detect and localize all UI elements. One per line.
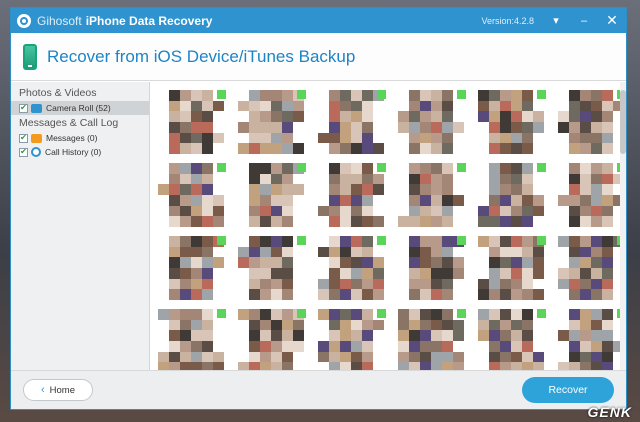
sidebar-item-label: Messages (0) bbox=[46, 133, 98, 143]
minimize-icon[interactable]: – bbox=[570, 8, 598, 33]
photo-thumbnail[interactable] bbox=[558, 309, 626, 372]
home-button[interactable]: ‹ Home bbox=[23, 379, 93, 401]
recover-button[interactable]: Recover bbox=[522, 377, 614, 403]
selected-check-badge[interactable] bbox=[537, 236, 546, 245]
sidebar: Photos & Videos ✔ Camera Roll (52) Messa… bbox=[11, 82, 150, 372]
app-logo-icon bbox=[17, 13, 31, 28]
selected-check-badge[interactable] bbox=[217, 90, 226, 99]
photo-thumbnail[interactable] bbox=[158, 236, 226, 300]
photo-thumbnail[interactable] bbox=[238, 90, 306, 154]
selected-check-badge[interactable] bbox=[217, 236, 226, 245]
photo-thumbnail[interactable] bbox=[558, 236, 626, 300]
selected-check-badge[interactable] bbox=[377, 90, 386, 99]
selected-check-badge[interactable] bbox=[217, 163, 226, 172]
selected-check-badge[interactable] bbox=[457, 236, 466, 245]
photo-thumbnail[interactable] bbox=[158, 90, 226, 154]
checkbox[interactable]: ✔ bbox=[19, 103, 28, 113]
photo-thumbnail[interactable] bbox=[558, 163, 626, 227]
checkbox[interactable]: ✔ bbox=[19, 133, 28, 143]
photo-thumbnail[interactable] bbox=[318, 236, 386, 300]
photo-thumbnail[interactable] bbox=[318, 309, 386, 372]
selected-check-badge[interactable] bbox=[457, 90, 466, 99]
selected-check-badge[interactable] bbox=[297, 236, 306, 245]
message-icon bbox=[31, 133, 42, 143]
page-header: Recover from iOS Device/iTunes Backup bbox=[11, 33, 626, 81]
photo-thumbnail[interactable] bbox=[398, 236, 466, 300]
selected-check-badge[interactable] bbox=[377, 236, 386, 245]
version-label: Version:4.2.8 bbox=[481, 15, 534, 26]
photo-thumbnail[interactable] bbox=[398, 90, 466, 154]
photo-thumbnail[interactable] bbox=[318, 90, 386, 154]
selected-check-badge[interactable] bbox=[537, 163, 546, 172]
sidebar-item-label: Camera Roll (52) bbox=[46, 103, 111, 113]
scrollbar-thumb[interactable] bbox=[620, 90, 626, 154]
photo-thumbnail[interactable] bbox=[238, 163, 306, 227]
phone-icon bbox=[23, 43, 37, 70]
scrollbar[interactable] bbox=[620, 82, 626, 372]
photo-thumbnail[interactable] bbox=[158, 309, 226, 372]
sidebar-item-call-history[interactable]: ✔ Call History (0) bbox=[11, 145, 149, 159]
selected-check-badge[interactable] bbox=[217, 309, 226, 318]
close-icon[interactable]: ✕ bbox=[598, 8, 626, 33]
photo-thumbnail[interactable] bbox=[398, 163, 466, 227]
sidebar-item-label: Call History (0) bbox=[45, 147, 102, 157]
selected-check-badge[interactable] bbox=[537, 90, 546, 99]
selected-check-badge[interactable] bbox=[297, 309, 306, 318]
photo-icon bbox=[31, 103, 42, 113]
selected-check-badge[interactable] bbox=[537, 309, 546, 318]
photo-thumbnail[interactable] bbox=[558, 90, 626, 154]
call-history-icon bbox=[31, 147, 41, 157]
sidebar-item-camera-roll[interactable]: ✔ Camera Roll (52) bbox=[11, 101, 149, 115]
photo-grid bbox=[150, 82, 626, 372]
selected-check-badge[interactable] bbox=[377, 309, 386, 318]
selected-check-badge[interactable] bbox=[457, 309, 466, 318]
menu-dropdown-icon[interactable]: ▾ bbox=[542, 8, 570, 33]
category-photos-videos: Photos & Videos bbox=[19, 87, 97, 99]
title-bar: Gihosoft iPhone Data Recovery Version:4.… bbox=[11, 8, 626, 33]
home-button-label: Home bbox=[49, 384, 75, 396]
app-window: Gihosoft iPhone Data Recovery Version:4.… bbox=[10, 7, 627, 410]
photo-thumbnail[interactable] bbox=[478, 90, 546, 154]
photo-thumbnail[interactable] bbox=[318, 163, 386, 227]
watermark-logo: GENK bbox=[587, 404, 632, 420]
selected-check-badge[interactable] bbox=[457, 163, 466, 172]
selected-check-badge[interactable] bbox=[297, 163, 306, 172]
sidebar-item-messages[interactable]: ✔ Messages (0) bbox=[11, 131, 149, 145]
photo-thumbnail[interactable] bbox=[478, 236, 546, 300]
selected-check-badge[interactable] bbox=[297, 90, 306, 99]
category-messages-call-log: Messages & Call Log bbox=[19, 117, 119, 129]
photo-thumbnail[interactable] bbox=[398, 309, 466, 372]
selected-check-badge[interactable] bbox=[377, 163, 386, 172]
photo-thumbnail[interactable] bbox=[478, 309, 546, 372]
checkbox[interactable]: ✔ bbox=[19, 147, 28, 157]
chevron-left-icon: ‹ bbox=[40, 384, 45, 396]
page-title: Recover from iOS Device/iTunes Backup bbox=[47, 46, 356, 66]
photo-thumbnail[interactable] bbox=[238, 309, 306, 372]
product-name: iPhone Data Recovery bbox=[85, 13, 213, 28]
photo-thumbnail[interactable] bbox=[158, 163, 226, 227]
photo-thumbnail[interactable] bbox=[238, 236, 306, 300]
footer-bar: ‹ Home Recover bbox=[11, 370, 626, 409]
photo-thumbnail[interactable] bbox=[478, 163, 546, 227]
brand-name: Gihosoft bbox=[37, 13, 82, 28]
